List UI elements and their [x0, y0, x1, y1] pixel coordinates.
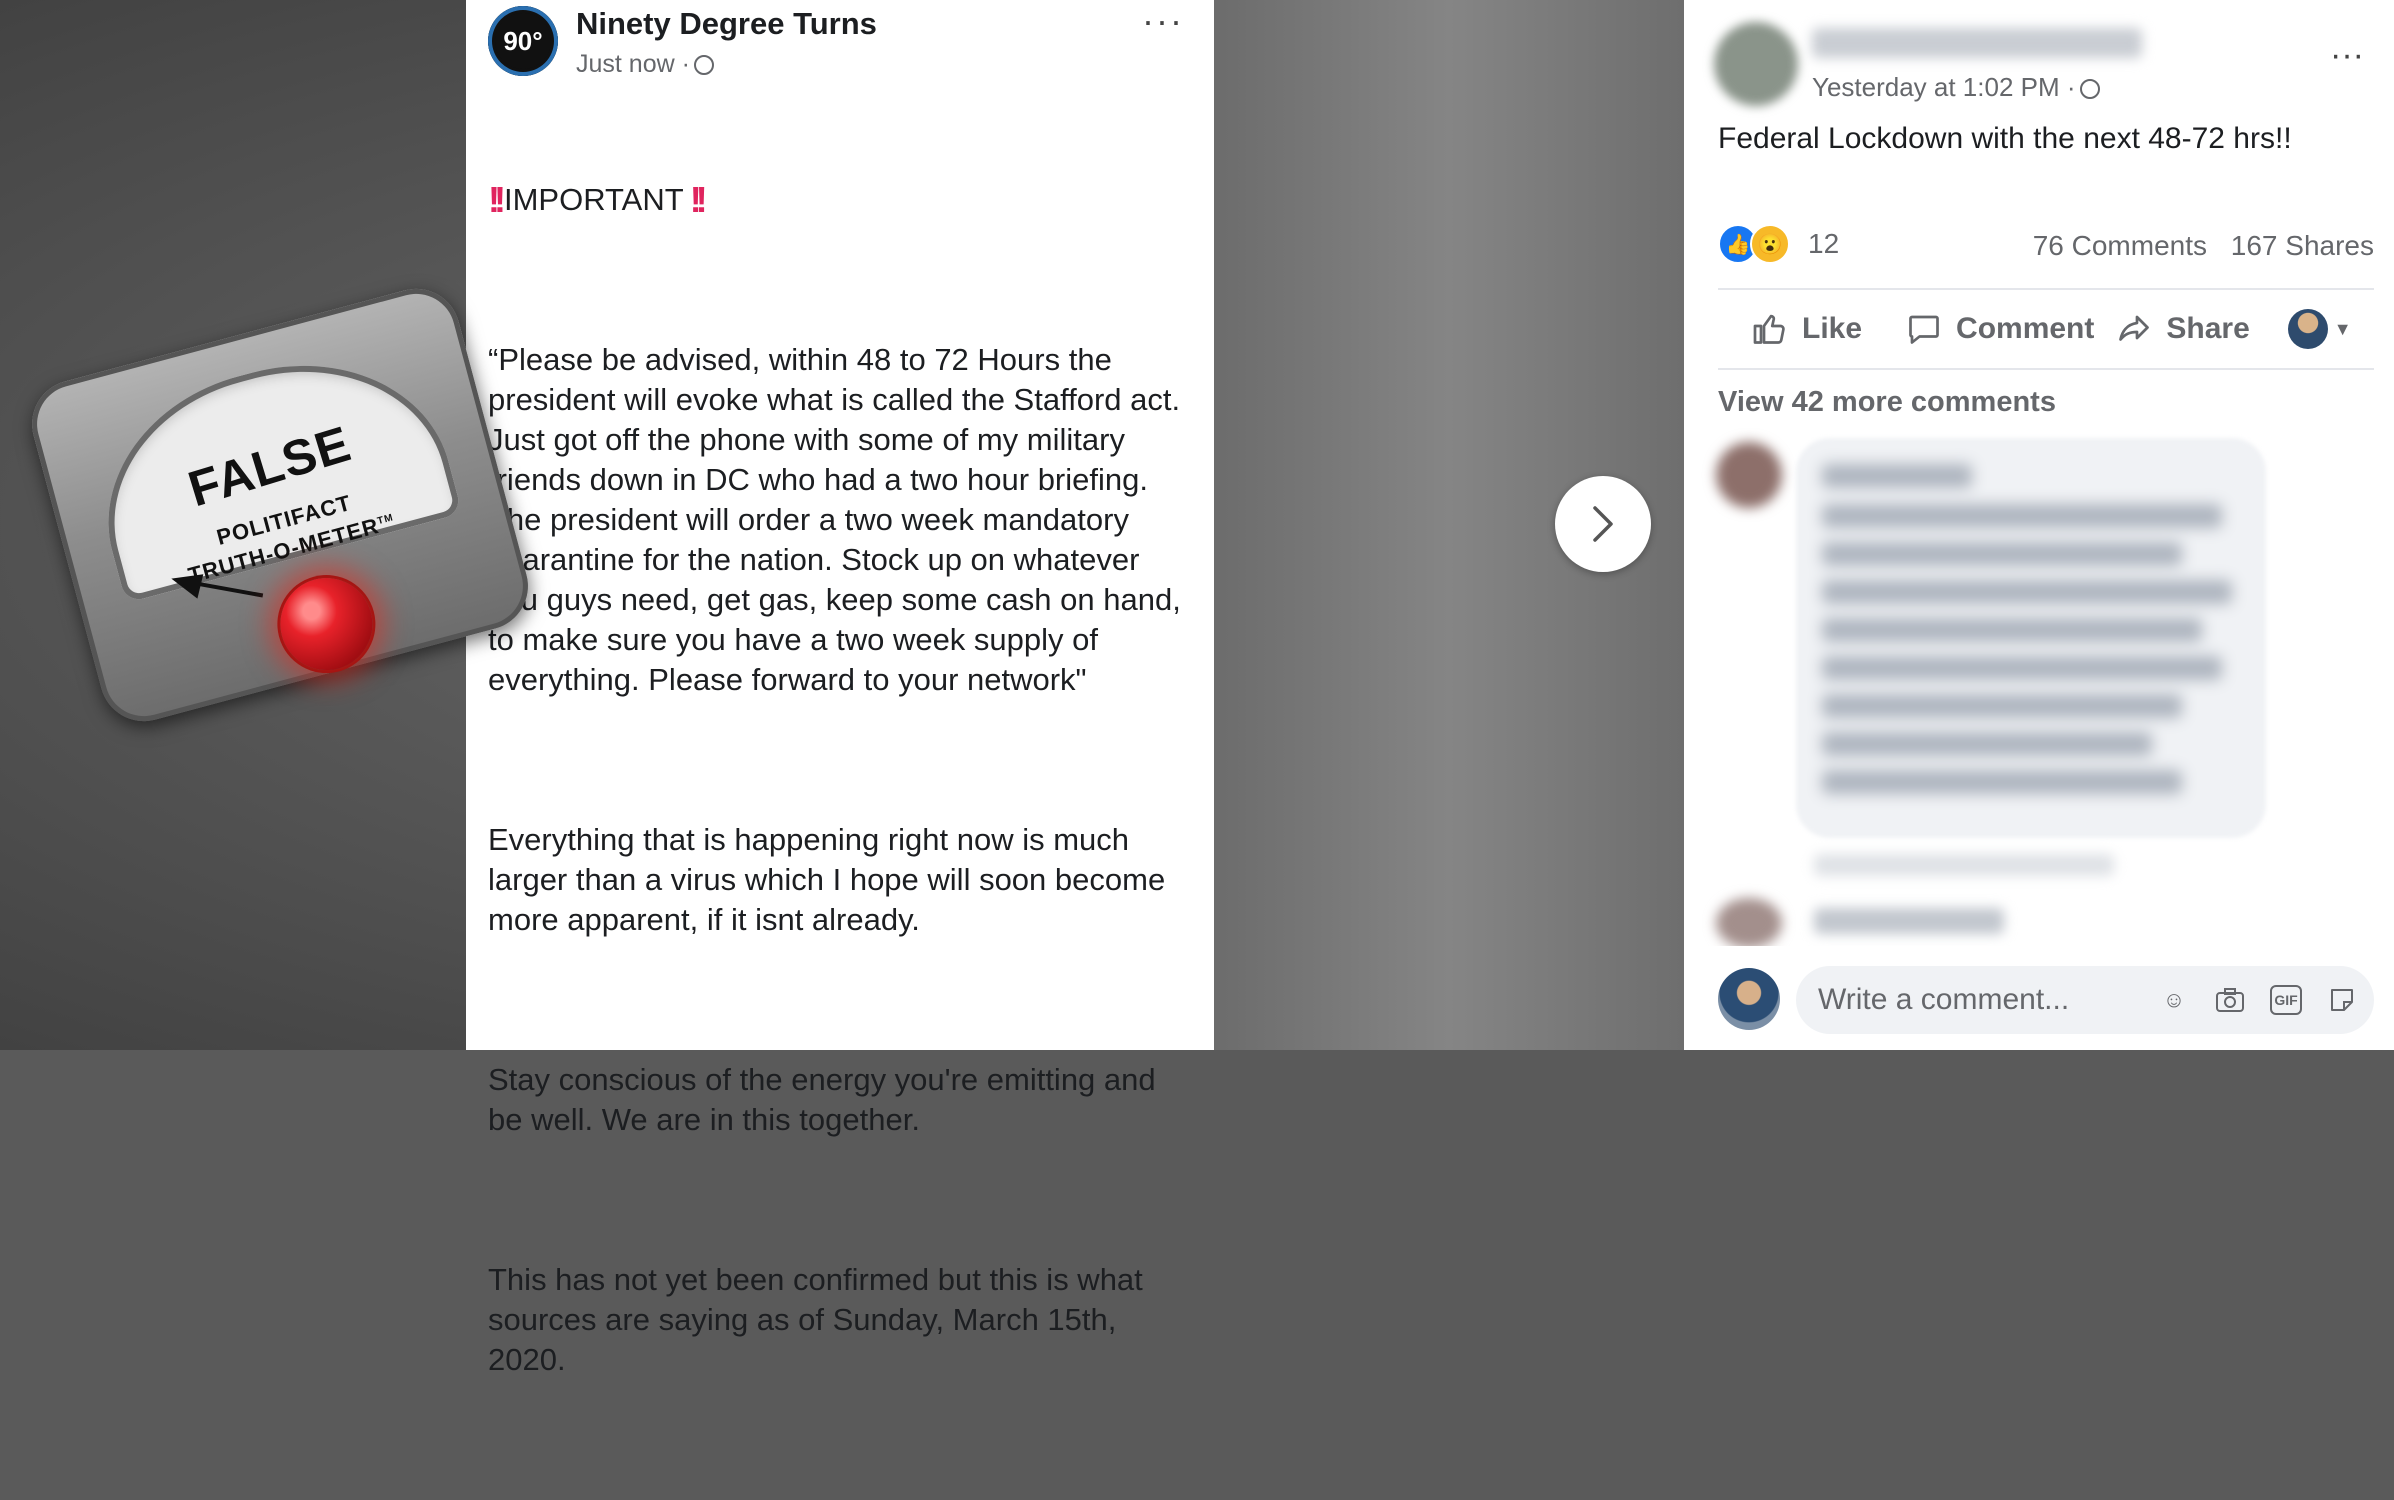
left-post-card: 90° Ninety Degree Turns Just now · ··· !… [466, 0, 1214, 1377]
blurred-text-line [1822, 542, 2182, 566]
comment-meta-blurred [1814, 854, 2114, 876]
post-paragraph: Stay conscious of the energy you're emit… [488, 1062, 1165, 1137]
globe-icon [693, 55, 714, 75]
post-paragraph: This has not yet been confirmed but this… [488, 1262, 1152, 1377]
post-stats: 76 Comments 167 Shares [2017, 230, 2374, 262]
page-avatar[interactable]: 90° [488, 6, 558, 76]
blurred-text-line [1822, 580, 2232, 604]
thumbs-up-icon [1753, 314, 1785, 344]
wow-reaction-icon: 😮 [1750, 224, 1790, 264]
react-as-profile-selector[interactable]: ▼ [2287, 309, 2352, 349]
commenter-avatar-blurred[interactable] [1716, 442, 1782, 508]
emoji-icon[interactable]: ☺ [2158, 984, 2190, 1016]
post-timestamp-text: Yesterday at 1:02 PM · [1812, 72, 2076, 102]
comment-label: Comment [1956, 312, 2095, 345]
caret-down-icon: ▼ [2333, 318, 2352, 339]
comments-count-link[interactable]: 76 Comments [2033, 230, 2207, 261]
divider [1718, 288, 2374, 290]
like-button[interactable]: Like [1752, 311, 1862, 347]
poster-avatar-blurred[interactable] [1714, 22, 1798, 106]
shares-count-link[interactable]: 167 Shares [2231, 230, 2374, 261]
view-more-comments-link[interactable]: View 42 more comments [1718, 386, 2056, 419]
globe-icon [2079, 79, 2100, 99]
comment-placeholder: Write a comment... [1818, 983, 2070, 1016]
composer-icons: ☺ GIF [2134, 984, 2358, 1016]
sticker-icon[interactable] [2326, 984, 2358, 1016]
comment-input[interactable]: Write a comment... ☺ GIF [1796, 966, 2374, 1034]
comment-icon [1909, 315, 1939, 344]
comment-button[interactable]: Comment [1906, 311, 2094, 347]
comment-bubble-blurred [1796, 438, 2266, 838]
blurred-text-line [1822, 464, 1972, 488]
post-paragraph: “Please be advised, within 48 to 72 Hour… [488, 342, 1190, 697]
double-exclamation-icon: !! [689, 179, 708, 220]
commenter-name-blurred[interactable] [1814, 908, 2004, 934]
share-label: Share [2166, 312, 2250, 345]
blurred-text-line [1822, 618, 2202, 642]
like-label: Like [1802, 312, 1863, 345]
important-heading: !! IMPORTANT !! [488, 180, 1188, 220]
page-name[interactable]: Ninety Degree Turns [576, 6, 877, 42]
gif-icon[interactable]: GIF [2270, 985, 2302, 1015]
post-timestamp-text: Just now · [576, 50, 690, 78]
more-options-button[interactable]: ··· [2330, 36, 2364, 75]
post-paragraph: Everything that is happening right now i… [488, 822, 1174, 937]
camera-icon[interactable] [2214, 984, 2246, 1016]
share-button[interactable]: Share [2116, 311, 2250, 347]
comment-composer: Write a comment... ☺ GIF [1684, 946, 2394, 1050]
share-icon [2119, 315, 2150, 341]
blurred-text-line [1822, 770, 2182, 794]
commenter-avatar-blurred[interactable] [1716, 898, 1782, 948]
post-timestamp[interactable]: Yesterday at 1:02 PM · [1812, 72, 2100, 103]
page-avatar-text: 90° [503, 25, 543, 56]
divider [1718, 368, 2374, 370]
chevron-right-icon [1593, 506, 1613, 542]
more-options-button[interactable]: ··· [1142, 0, 1184, 42]
blurred-text-line [1822, 732, 2152, 756]
double-exclamation-icon: !! [488, 179, 506, 220]
post-actions-bar: Like Comment Share ▼ [1718, 296, 2374, 362]
post-text: Federal Lockdown with the next 48-72 hrs… [1718, 122, 2292, 155]
reactions-summary[interactable]: 👍 😮 12 [1718, 224, 1839, 264]
blurred-text-line [1822, 694, 2182, 718]
blurred-text-line [1822, 656, 2222, 680]
right-post-card: Yesterday at 1:02 PM · ··· Federal Lockd… [1684, 0, 2394, 1050]
post-timestamp[interactable]: Just now · [576, 50, 714, 79]
reaction-count: 12 [1808, 228, 1840, 259]
profile-avatar [2287, 309, 2328, 349]
important-label: IMPORTANT [503, 182, 684, 217]
next-arrow-button[interactable] [1555, 476, 1651, 572]
current-user-avatar [1718, 968, 1780, 1030]
post-body: !! IMPORTANT !! “Please be advised, with… [488, 100, 1188, 1500]
blurred-text-line [1822, 504, 2222, 528]
poster-name-blurred[interactable] [1812, 28, 2142, 58]
